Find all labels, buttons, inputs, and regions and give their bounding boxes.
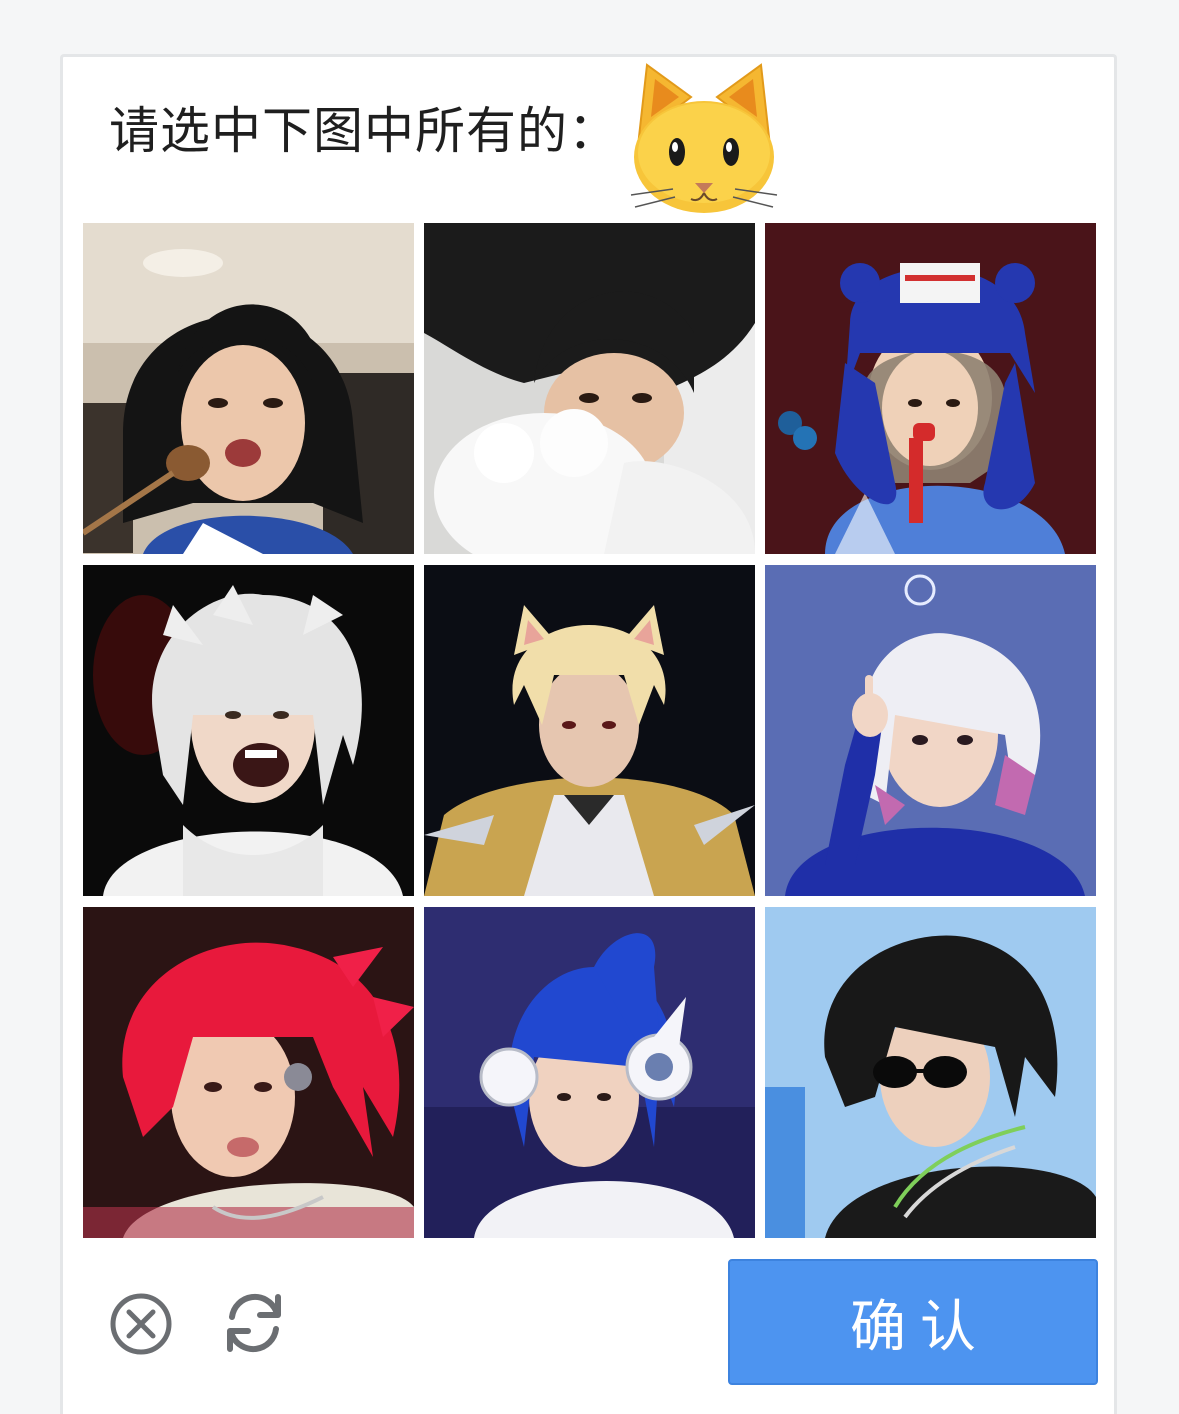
image-tile-7[interactable] <box>83 907 414 1238</box>
confirm-button[interactable]: 确认 <box>728 1259 1098 1385</box>
image-tile-1[interactable] <box>83 223 414 554</box>
image-tile-2[interactable] <box>424 223 755 554</box>
close-circle-icon[interactable] <box>109 1292 173 1356</box>
image-tile-3[interactable] <box>765 223 1096 554</box>
cat-face-icon <box>629 57 779 217</box>
image-tile-4[interactable] <box>83 565 414 896</box>
captcha-prompt: 请选中下图中所有的： <box>109 102 619 160</box>
image-tile-6[interactable] <box>765 565 1096 896</box>
image-tile-9[interactable] <box>765 907 1096 1238</box>
image-tile-5[interactable] <box>424 565 755 896</box>
captcha-card: 请选中下图中所有的： 确认 <box>60 54 1117 1414</box>
image-tile-8[interactable] <box>424 907 755 1238</box>
image-grid <box>83 223 1099 1239</box>
refresh-icon[interactable] <box>218 1287 290 1359</box>
